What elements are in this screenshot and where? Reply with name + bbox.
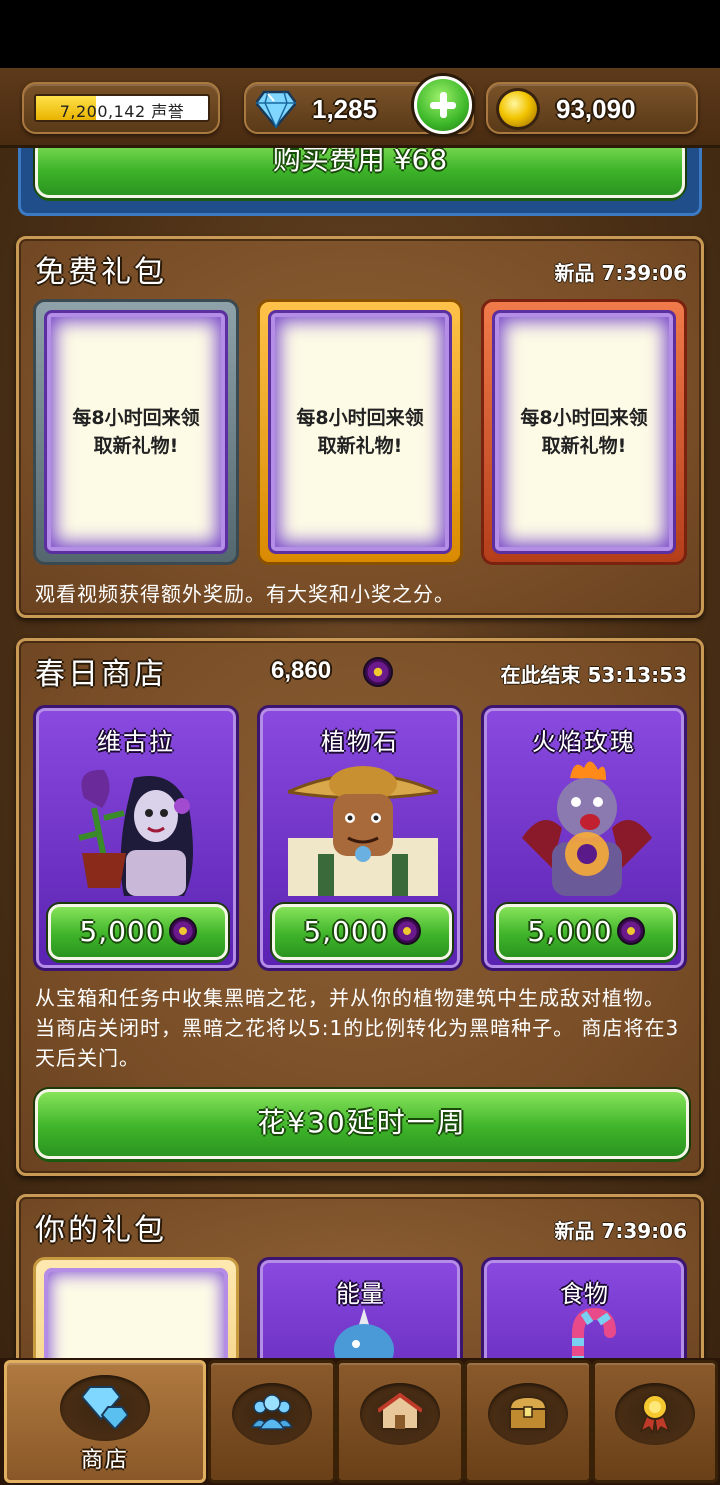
medal-icon [639, 1394, 671, 1433]
reputation-meter[interactable]: 7,200,142 声誉 [22, 82, 220, 134]
free-gift-card-face: 每8小时回来领取新礼物! [492, 310, 676, 554]
free-gift-timer: 新品 7:39:06 [554, 261, 687, 285]
free-gift-card-text: 每8小时回来领取新礼物! [72, 407, 200, 457]
shop-item-name: 维古拉 [97, 728, 175, 756]
dark-flower-icon [168, 917, 197, 945]
free-gift-card-text: 每8小时回来领取新礼物! [296, 407, 424, 457]
gift-card-energy[interactable]: 能量 [257, 1257, 463, 1358]
your-gifts-timer: 新品 7:39:06 [554, 1219, 687, 1243]
item-price: 5,000 [303, 915, 389, 948]
dark-flower-icon [616, 917, 645, 945]
farmer-icon [288, 766, 438, 896]
gift-card-food[interactable]: 食物 [481, 1257, 687, 1358]
gem-count: 1,285 [312, 94, 378, 124]
spring-shop-panel: 春日商店 6,860 在此结束 53:13:53 维古拉 5,000 植物石 5… [16, 638, 704, 1176]
buy-item-button[interactable]: 5,000 [496, 904, 676, 960]
free-gift-card-face: 每8小时回来领取新礼物! [44, 310, 228, 554]
extend-shop-button[interactable]: 花¥30延时一周 [35, 1089, 689, 1159]
item-price: 5,000 [527, 915, 613, 948]
shop-item-name: 火焰玫瑰 [532, 728, 636, 756]
free-gift-card-text: 每8小时回来领取新礼物! [520, 407, 648, 457]
gold-count: 93,090 [556, 94, 636, 124]
diamond-icon [256, 90, 296, 128]
free-gift-panel: 免费礼包 新品 7:39:06 每8小时回来领取新礼物! 每8小时回来领取新礼物… [16, 236, 704, 618]
gold-coin-icon [496, 88, 540, 130]
buildings-icon [378, 1393, 422, 1430]
your-gifts-panel: 你的礼包 新品 7:39:06 能量 食物 [16, 1194, 704, 1358]
fire-demon-icon [522, 761, 652, 896]
nav-icon-disc [232, 1383, 312, 1445]
gift-card-name: 食物 [560, 1280, 608, 1308]
buy-item-button[interactable]: 5,000 [48, 904, 228, 960]
shop-item-card[interactable]: 维古拉 5,000 [33, 705, 239, 971]
nav-icon-disc [615, 1383, 695, 1445]
spring-shop-timer: 在此结束 53:13:53 [500, 663, 687, 687]
gift-card[interactable] [33, 1257, 239, 1358]
shop-scroll-area[interactable]: 购买费用 ¥68 免费礼包 新品 7:39:06 每8小时回来领取新礼物! 每8… [0, 68, 720, 1358]
reputation-progress-bar: 7,200,142 声誉 [34, 94, 210, 122]
free-gift-card-face: 每8小时回来领取新礼物! [268, 310, 452, 554]
free-gift-card[interactable]: 每8小时回来领取新礼物! [481, 299, 687, 565]
nav-tab-friends[interactable] [208, 1360, 336, 1483]
unicorn-icon [334, 1308, 394, 1358]
add-gems-button[interactable] [414, 76, 472, 134]
nav-tab-shop[interactable]: 商店 [4, 1360, 206, 1483]
shop-item-name: 植物石 [321, 728, 399, 756]
gold-counter[interactable]: 93,090 [486, 82, 698, 134]
free-gift-card[interactable]: 每8小时回来领取新礼物! [257, 299, 463, 565]
nav-tab-achievements[interactable] [592, 1360, 718, 1483]
dark-flower-icon [363, 657, 393, 687]
your-gifts-title: 你的礼包 [35, 1213, 167, 1248]
dark-flower-count: 6,860 [271, 657, 332, 684]
nav-tab-chest[interactable] [464, 1360, 592, 1483]
spring-shop-title: 春日商店 [35, 657, 167, 692]
nav-tab-buildings[interactable] [336, 1360, 464, 1483]
reputation-value: 7,200,142 声誉 [59, 102, 185, 121]
free-gift-card[interactable]: 每8小时回来领取新礼物! [33, 299, 239, 565]
shop-item-card[interactable]: 火焰玫瑰 5,000 [481, 705, 687, 971]
dark-flower-icon [392, 917, 421, 945]
nav-icon-disc [60, 1375, 150, 1441]
nav-icon-disc [488, 1383, 568, 1445]
buy-item-button[interactable]: 5,000 [272, 904, 452, 960]
currency-bar: 7,200,142 声誉 1,285 93,090 [0, 68, 720, 148]
nav-icon-disc [360, 1383, 440, 1445]
spring-shop-description: 从宝箱和任务中收集黑暗之花，并从你的植物建筑中生成敌对植物。当商店关闭时，黑暗之… [35, 986, 680, 1070]
free-gift-title: 免费礼包 [35, 255, 167, 290]
gift-card-name: 能量 [336, 1280, 384, 1308]
candy-cane-icon [572, 1307, 616, 1358]
diamond-icon [82, 1386, 128, 1429]
bottom-nav: 商店 [0, 1358, 720, 1485]
shop-item-card[interactable]: 植物石 5,000 [257, 705, 463, 971]
people-icon [250, 1394, 294, 1430]
nav-shop-label: 商店 [80, 1448, 129, 1473]
free-gift-description: 观看视频获得额外奖励。有大奖和小奖之分。 [35, 582, 455, 606]
item-price: 5,000 [79, 915, 165, 948]
gift-card-face [44, 1268, 228, 1358]
vampire-girl-plant-icon [78, 769, 193, 896]
chest-icon [508, 1395, 548, 1430]
system-status-bar [0, 0, 720, 68]
